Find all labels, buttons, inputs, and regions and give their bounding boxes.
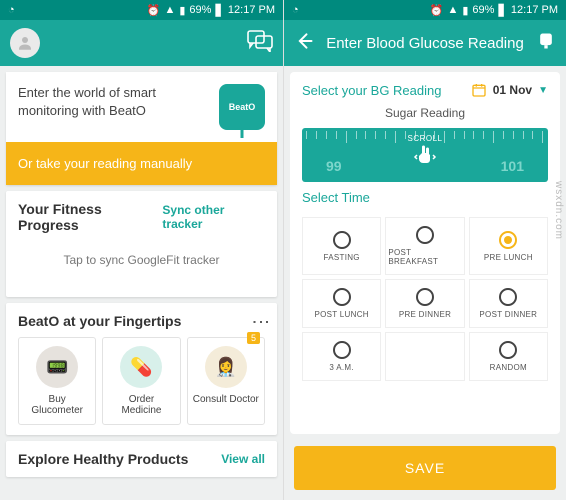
select-bg-label: Select your BG Reading bbox=[302, 83, 441, 98]
hero-device-icon: BeatO bbox=[219, 84, 265, 130]
sync-tracker-link[interactable]: Sync other tracker bbox=[162, 203, 265, 231]
time-label: PRE LUNCH bbox=[484, 253, 533, 262]
calendar-icon bbox=[471, 82, 487, 98]
time-option-3-a-m-[interactable]: 3 A.M. bbox=[302, 332, 381, 381]
time-option-post-dinner[interactable]: POST DINNER bbox=[469, 279, 548, 328]
status-bar: ◔ ⏰ ▲ ▮ 69% ▋ 12:17 PM bbox=[284, 0, 566, 20]
ruler-value-right: 101 bbox=[501, 158, 524, 174]
clock-time: 12:17 PM bbox=[511, 4, 558, 16]
tile-label: Consult Doctor bbox=[193, 394, 259, 405]
wifi-icon: ▲ bbox=[447, 4, 458, 16]
explore-card: Explore Healthy Products View all bbox=[6, 441, 277, 477]
fingertips-card: BeatO at your Fingertips ⋮ 📟 Buy Glucome… bbox=[6, 303, 277, 435]
time-label: PRE DINNER bbox=[399, 310, 451, 319]
date-value: 01 Nov bbox=[493, 83, 532, 97]
scroll-label: SCROLL bbox=[407, 134, 442, 143]
radio-icon bbox=[499, 341, 517, 359]
view-all-link[interactable]: View all bbox=[221, 452, 265, 466]
tile-label: Order Medicine bbox=[107, 394, 175, 416]
fingertips-title: BeatO at your Fingertips bbox=[18, 313, 181, 329]
app-icon: ◔ bbox=[292, 4, 299, 16]
tile-badge: 5 bbox=[247, 332, 260, 344]
signal-icon: ▮ bbox=[179, 4, 185, 17]
radio-icon bbox=[499, 288, 517, 306]
time-option-post-breakfast[interactable]: POST BREAKFAST bbox=[385, 217, 464, 275]
tile-label: Buy Glucometer bbox=[23, 394, 91, 416]
avatar[interactable] bbox=[10, 28, 40, 58]
hero-badge-text: BeatO bbox=[229, 102, 256, 112]
time-cell-empty bbox=[385, 332, 464, 381]
time-grid: FASTING POST BREAKFAST PRE LUNCH POST LUNCH… bbox=[302, 217, 548, 381]
chat-icon[interactable] bbox=[247, 30, 273, 57]
time-option-post-lunch[interactable]: POST LUNCH bbox=[302, 279, 381, 328]
watermark: wsxdn.com bbox=[553, 181, 564, 240]
select-time-label: Select Time bbox=[302, 190, 548, 205]
app-bar bbox=[0, 20, 283, 66]
time-option-pre-dinner[interactable]: PRE DINNER bbox=[385, 279, 464, 328]
bg-card: Select your BG Reading 01 Nov ▼ Sugar Re… bbox=[290, 72, 560, 434]
signal-icon: ▮ bbox=[462, 4, 468, 17]
back-icon[interactable] bbox=[294, 31, 314, 56]
app-bar: Enter Blood Glucose Reading bbox=[284, 20, 566, 66]
glucometer-icon: 📟 bbox=[36, 346, 78, 388]
screen-home: ◔ ⏰ ▲ ▮ 69% ▋ 12:17 PM Enter the world o… bbox=[0, 0, 283, 500]
time-label: 3 A.M. bbox=[329, 363, 353, 372]
battery-percent: 69% bbox=[472, 4, 494, 16]
radio-icon bbox=[333, 288, 351, 306]
tile-consult-doctor[interactable]: 5 👩‍⚕️ Consult Doctor bbox=[187, 337, 265, 425]
clock-time: 12:17 PM bbox=[228, 4, 275, 16]
battery-percent: 69% bbox=[189, 4, 211, 16]
radio-icon bbox=[333, 341, 351, 359]
alarm-icon: ⏰ bbox=[147, 4, 161, 17]
tile-order-medicine[interactable]: 💊 Order Medicine bbox=[102, 337, 180, 425]
sugar-ruler[interactable]: SCROLL 99 101 bbox=[302, 128, 548, 182]
status-bar: ◔ ⏰ ▲ ▮ 69% ▋ 12:17 PM bbox=[0, 0, 283, 20]
hand-scroll-icon bbox=[413, 143, 437, 167]
hero-card: Enter the world of smart monitoring with… bbox=[6, 72, 277, 185]
chevron-down-icon: ▼ bbox=[538, 85, 548, 96]
time-option-fasting[interactable]: FASTING bbox=[302, 217, 381, 275]
fitness-card: Your Fitness Progress Sync other tracker… bbox=[6, 191, 277, 297]
time-label: POST LUNCH bbox=[314, 310, 368, 319]
battery-icon: ▋ bbox=[498, 4, 506, 17]
date-picker[interactable]: 01 Nov ▼ bbox=[471, 82, 548, 98]
tile-buy-glucometer[interactable]: 📟 Buy Glucometer bbox=[18, 337, 96, 425]
save-button[interactable]: SAVE bbox=[294, 446, 556, 490]
app-icon: ◔ bbox=[8, 4, 15, 16]
time-label: POST BREAKFAST bbox=[388, 248, 461, 266]
medicine-icon: 💊 bbox=[120, 346, 162, 388]
battery-icon: ▋ bbox=[215, 4, 223, 17]
fitness-title: Your Fitness Progress bbox=[18, 201, 162, 233]
ruler-value-left: 99 bbox=[326, 158, 342, 174]
radio-icon bbox=[416, 226, 434, 244]
explore-title: Explore Healthy Products bbox=[18, 451, 188, 467]
fingertips-tiles: 📟 Buy Glucometer 💊 Order Medicine 5 👩‍⚕️… bbox=[18, 337, 265, 425]
manual-reading-button[interactable]: Or take your reading manually bbox=[6, 142, 277, 185]
more-icon[interactable]: ⋮ bbox=[256, 313, 265, 329]
doctor-icon: 👩‍⚕️ bbox=[205, 346, 247, 388]
sugar-reading-title: Sugar Reading bbox=[302, 106, 548, 120]
time-option-pre-lunch[interactable]: PRE LUNCH bbox=[469, 217, 548, 275]
user-icon bbox=[16, 34, 34, 52]
time-label: POST DINNER bbox=[479, 310, 537, 319]
home-content: Enter the world of smart monitoring with… bbox=[0, 66, 283, 500]
time-option-random[interactable]: RANDOM bbox=[469, 332, 548, 381]
time-label: FASTING bbox=[324, 253, 360, 262]
fitness-body[interactable]: Tap to sync GoogleFit tracker bbox=[18, 233, 265, 287]
radio-icon bbox=[416, 288, 434, 306]
screen-bg-reading: ◔ ⏰ ▲ ▮ 69% ▋ 12:17 PM Enter Blood Gluco… bbox=[283, 0, 566, 500]
radio-icon bbox=[333, 231, 351, 249]
wifi-icon: ▲ bbox=[164, 4, 175, 16]
time-label: RANDOM bbox=[490, 363, 527, 372]
hero-text: Enter the world of smart monitoring with… bbox=[18, 84, 209, 119]
device-icon[interactable] bbox=[536, 31, 556, 56]
radio-icon bbox=[499, 231, 517, 249]
bg-content: Select your BG Reading 01 Nov ▼ Sugar Re… bbox=[284, 66, 566, 500]
page-title: Enter Blood Glucose Reading bbox=[326, 35, 524, 52]
alarm-icon: ⏰ bbox=[430, 4, 444, 17]
